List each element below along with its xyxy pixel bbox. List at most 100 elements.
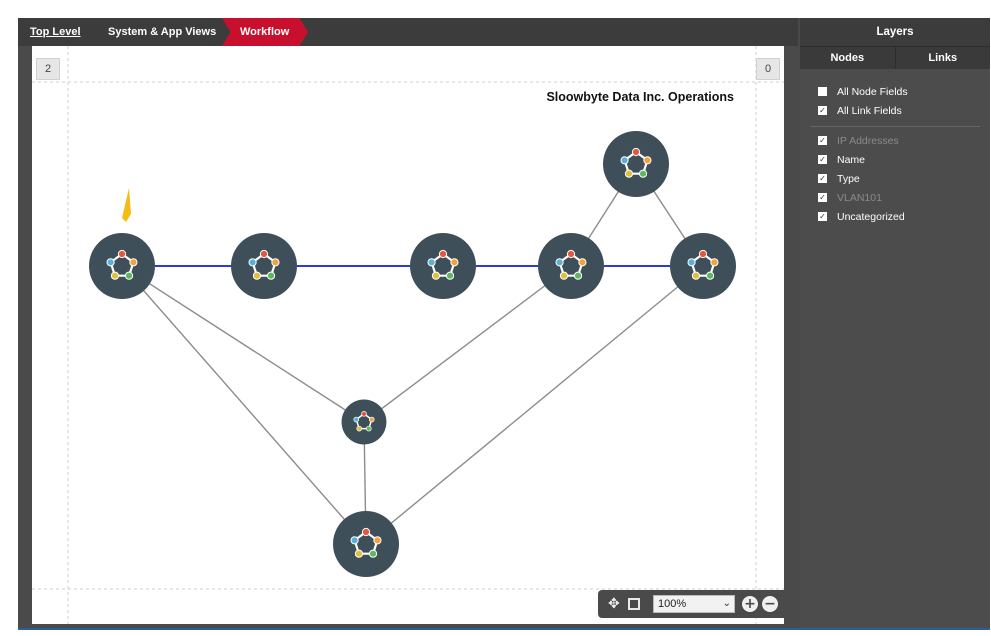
- breadcrumb-top-level[interactable]: Top Level: [30, 18, 81, 46]
- node-port-dot: [427, 258, 436, 267]
- bottom-accent-line: [18, 628, 990, 630]
- node-port-dot: [559, 271, 569, 280]
- left-count-badge: 2: [36, 58, 60, 80]
- node-port-dot: [248, 258, 257, 267]
- breadcrumb: Top Level System & App Views Workflow: [18, 18, 798, 46]
- network-node[interactable]: [89, 233, 155, 299]
- pan-icon[interactable]: ✥: [608, 595, 620, 613]
- node-port-dot: [366, 425, 372, 432]
- network-node[interactable]: [538, 233, 604, 299]
- node-circle: [341, 399, 387, 445]
- checkbox-box[interactable]: ✓: [818, 173, 827, 183]
- node-port-dot: [643, 156, 652, 165]
- checkbox-box[interactable]: [818, 86, 827, 96]
- zoom-in-button[interactable]: +: [742, 596, 758, 612]
- alert-flag-icon: [122, 188, 131, 222]
- node-port-dot: [438, 249, 448, 259]
- checkbox-label: VLAN101: [837, 192, 882, 204]
- checkbox-box[interactable]: ✓: [818, 192, 827, 202]
- zoom-level-value: 100%: [658, 598, 687, 610]
- link-gray[interactable]: [363, 265, 572, 423]
- node-circle: [538, 233, 604, 299]
- node-port-dot: [368, 416, 375, 423]
- checkbox-label: Name: [837, 154, 866, 166]
- checkbox-label: All Link Fields: [837, 105, 902, 117]
- node-port-dot: [631, 147, 641, 157]
- node-port-dot: [578, 258, 587, 267]
- checkbox-all-link-fields[interactable]: ✓ All Link Fields: [818, 103, 902, 119]
- node-port-dot: [117, 249, 127, 259]
- node-port-dot: [445, 271, 455, 280]
- network-node[interactable]: [603, 131, 669, 197]
- zoom-level-select[interactable]: 100% ⌄: [653, 595, 735, 613]
- node-port-dot: [361, 527, 371, 537]
- node-port-dot: [350, 536, 359, 545]
- node-circle: [670, 233, 736, 299]
- node-port-dot: [431, 271, 441, 280]
- node-circle: [603, 131, 669, 197]
- network-node[interactable]: [670, 233, 736, 299]
- checkbox-box[interactable]: ✓: [818, 135, 827, 145]
- checkbox-type[interactable]: ✓ Type: [818, 171, 860, 187]
- node-circle: [410, 233, 476, 299]
- checkbox-box[interactable]: ✓: [818, 105, 827, 115]
- layers-tabs: Nodes Links: [800, 46, 990, 69]
- network-node[interactable]: [231, 233, 297, 299]
- node-port-dot: [110, 271, 120, 280]
- checkbox-box[interactable]: ✓: [818, 154, 827, 164]
- panel-divider: [810, 126, 980, 127]
- zoom-out-button[interactable]: −: [762, 596, 778, 612]
- node-port-dot: [555, 258, 564, 267]
- node-port-dot: [368, 549, 378, 558]
- node-port-dot: [691, 271, 701, 280]
- node-port-dot: [356, 425, 362, 432]
- diagram-canvas[interactable]: 2 0 Sloowbyte Data Inc. Operations: [32, 46, 784, 624]
- link-gray[interactable]: [121, 265, 367, 545]
- chevron-down-icon: ⌄: [722, 598, 731, 609]
- breadcrumb-system-app-views[interactable]: System & App Views: [108, 18, 216, 46]
- network-node[interactable]: [410, 233, 476, 299]
- checkbox-ip-addresses[interactable]: ✓ IP Addresses: [818, 133, 899, 149]
- breadcrumb-workflow[interactable]: Workflow: [222, 18, 308, 46]
- node-port-dot: [698, 249, 708, 259]
- node-port-dot: [638, 169, 648, 178]
- node-port-dot: [361, 411, 367, 417]
- tab-nodes[interactable]: Nodes: [800, 47, 896, 69]
- right-count-badge: 0: [756, 58, 780, 80]
- link-gray[interactable]: [365, 265, 704, 545]
- node-port-dot: [353, 416, 360, 423]
- checkbox-name[interactable]: ✓ Name: [818, 152, 865, 168]
- zoom-toolbar: ✥ 100% ⌄ + −: [598, 590, 788, 618]
- node-port-dot: [710, 258, 719, 267]
- node-port-dot: [354, 549, 364, 558]
- node-circle: [333, 511, 399, 577]
- node-circle: [231, 233, 297, 299]
- node-port-dot: [106, 258, 115, 267]
- checkbox-label: IP Addresses: [837, 135, 899, 147]
- node-port-dot: [252, 271, 262, 280]
- network-diagram[interactable]: [32, 46, 784, 624]
- node-port-dot: [129, 258, 138, 267]
- node-circle: [89, 233, 155, 299]
- tab-links[interactable]: Links: [895, 47, 990, 69]
- node-port-dot: [266, 271, 276, 280]
- node-port-dot: [259, 249, 269, 259]
- node-port-dot: [124, 271, 134, 280]
- fit-to-screen-icon[interactable]: [628, 598, 640, 610]
- node-port-dot: [271, 258, 280, 267]
- diagram-title: Sloowbyte Data Inc. Operations: [546, 90, 734, 104]
- checkbox-vlan101[interactable]: ✓ VLAN101: [818, 190, 882, 206]
- node-port-dot: [687, 258, 696, 267]
- checkbox-all-node-fields[interactable]: All Node Fields: [818, 84, 908, 100]
- layers-panel: Layers Nodes Links All Node Fields ✓ All …: [800, 18, 990, 630]
- checkbox-box[interactable]: ✓: [818, 211, 827, 221]
- checkbox-uncategorized[interactable]: ✓ Uncategorized: [818, 209, 905, 225]
- network-node[interactable]: [341, 399, 387, 445]
- node-port-dot: [573, 271, 583, 280]
- checkbox-label: Type: [837, 173, 860, 185]
- node-port-dot: [705, 271, 715, 280]
- network-node[interactable]: [333, 511, 399, 577]
- checkbox-label: Uncategorized: [837, 211, 905, 223]
- node-port-dot: [624, 169, 634, 178]
- node-port-dot: [450, 258, 459, 267]
